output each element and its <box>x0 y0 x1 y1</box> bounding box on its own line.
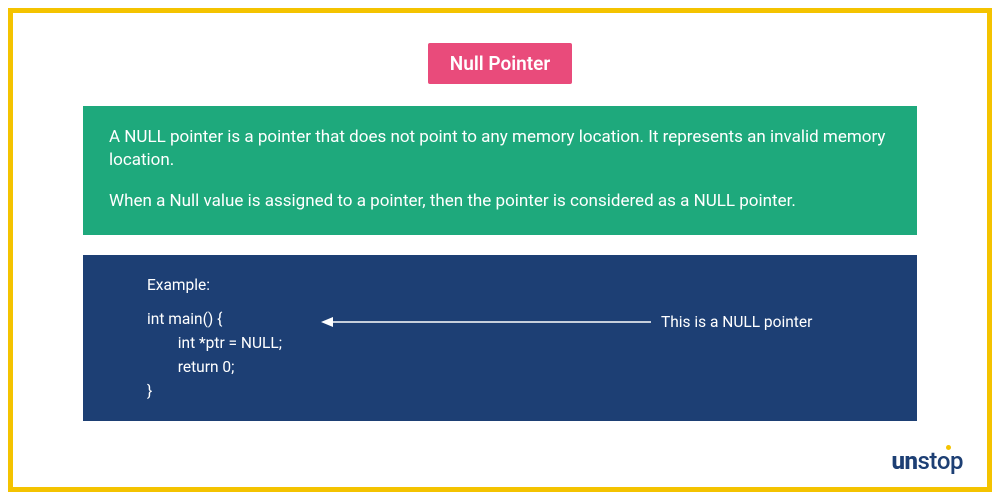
description-paragraph-1: A NULL pointer is a pointer that does no… <box>109 126 891 172</box>
outer-frame: Null Pointer A NULL pointer is a pointer… <box>0 0 1000 500</box>
description-block: A NULL pointer is a pointer that does no… <box>83 106 917 235</box>
title-badge: Null Pointer <box>428 43 572 84</box>
logo: unstop <box>892 447 963 475</box>
description-paragraph-2: When a Null value is assigned to a point… <box>109 190 891 213</box>
annotation-text: This is a NULL pointer <box>661 310 812 334</box>
code-line-2: int *ptr = NULL; <box>147 334 282 352</box>
example-block: Example: int main() { int *ptr = NULL; r… <box>83 255 917 421</box>
logo-part-2: stop <box>918 447 963 475</box>
code-line-3: return 0; <box>147 358 234 376</box>
arrow-left-icon <box>321 315 651 329</box>
logo-part-1: un <box>892 447 918 475</box>
code-line-4: } <box>147 382 152 400</box>
example-label: Example: <box>147 273 889 297</box>
annotation-row: This is a NULL pointer <box>321 312 812 332</box>
content-frame: Null Pointer A NULL pointer is a pointer… <box>8 8 992 492</box>
code-line-1: int main() { <box>147 310 222 328</box>
